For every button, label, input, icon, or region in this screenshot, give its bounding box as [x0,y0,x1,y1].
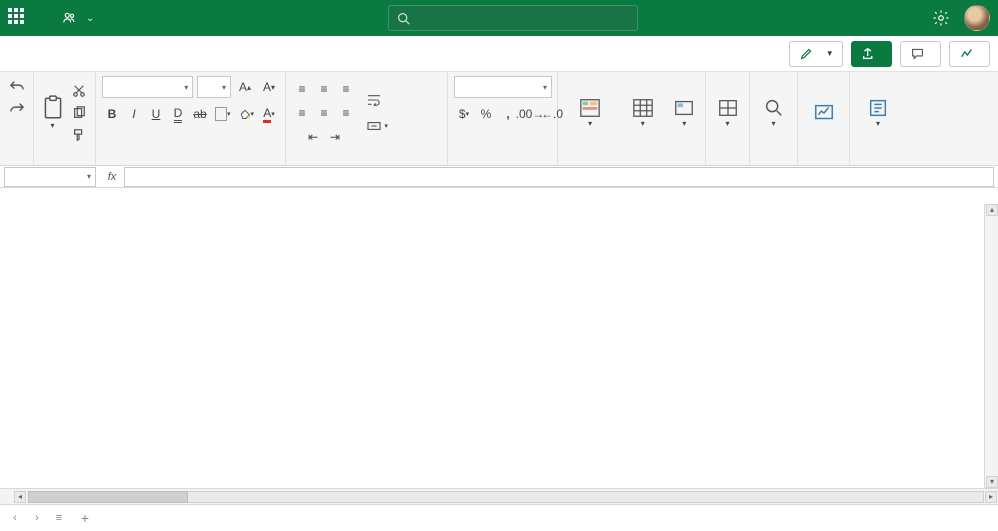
font-color-button[interactable]: A▾ [259,104,279,124]
align-center-button[interactable]: ≡ [314,103,334,123]
group-label-font [102,149,279,163]
scroll-left-icon[interactable]: ◂ [14,491,26,503]
shrink-font-button[interactable]: A▾ [259,77,279,97]
catchup-icon [960,47,973,60]
align-right-button[interactable]: ≡ [336,103,356,123]
align-top-button[interactable]: ≡ [292,79,312,99]
cut-button[interactable] [69,81,89,101]
scroll-up-icon[interactable]: ▴ [986,204,998,216]
cells-button[interactable]: ▾ [712,78,743,148]
inc-decimal-button[interactable]: .00→ [520,104,540,124]
share-icon [862,47,875,60]
strike-button[interactable]: ab [190,104,210,124]
analyze-data-button[interactable] [804,78,843,148]
group-label-alignment [292,149,441,163]
group-label-undo [6,149,27,163]
pencil-icon [800,47,813,60]
align-bottom-button[interactable]: ≡ [336,79,356,99]
wrap-text-button[interactable] [364,90,456,110]
font-size-select[interactable]: ▾ [197,76,231,98]
ribbon: ▾ ▾ ▾ A▴ A▾ B I U D ab ▾ [0,72,998,166]
font-name-select[interactable]: ▾ [102,76,193,98]
scroll-down-icon[interactable]: ▾ [986,476,998,488]
paste-button[interactable]: ▾ [40,78,65,148]
currency-button[interactable]: $▾ [454,104,474,124]
sheet-nav-prev[interactable]: ‹ [6,509,24,527]
fx-icon[interactable]: fx [100,171,124,183]
align-left-button[interactable]: ≡ [292,103,312,123]
cf-icon [579,97,601,119]
scroll-right-icon[interactable]: ▸ [985,491,997,503]
sensitivity-icon [867,97,889,119]
search-input[interactable] [388,5,638,31]
horizontal-scrollbar[interactable]: ◂ ▸ [0,488,998,504]
catchup-button[interactable] [949,41,990,67]
comment-icon [911,47,924,60]
sheet-nav-next[interactable]: › [28,509,46,527]
styles-icon [673,97,695,119]
sheet-tab-bar: ‹ › ≡ + [0,504,998,531]
indent-inc-button[interactable]: ⇥ [325,127,345,147]
group-label-editing [756,149,791,163]
spreadsheet-grid[interactable]: ▴ ▾ [0,188,998,488]
avatar[interactable] [964,5,990,31]
conditional-formatting-button[interactable]: ▾ [564,78,616,148]
editing-group-button[interactable]: ▾ [756,78,791,148]
grow-font-button[interactable]: A▴ [235,77,255,97]
people-icon [62,11,76,25]
percent-button[interactable]: % [476,104,496,124]
align-middle-button[interactable]: ≡ [314,79,334,99]
double-underline-button[interactable]: D [168,104,188,124]
format-painter-button[interactable] [69,125,89,145]
menu-bar: ▾ [0,36,998,72]
comments-button[interactable] [900,41,941,67]
group-label-sensitivity [856,149,900,163]
share-button[interactable] [851,41,892,67]
editing-mode-button[interactable]: ▾ [789,41,843,67]
format-as-table-button[interactable]: ▾ [620,78,665,148]
vertical-scrollbar[interactable]: ▴ ▾ [984,204,998,488]
indent-dec-button[interactable]: ⇤ [303,127,323,147]
search-icon [397,12,410,25]
fill-color-button[interactable]: ▾ [236,104,258,124]
formula-bar: ▾ fx [0,166,998,188]
magnifier-icon [763,97,785,119]
sensitivity-button[interactable]: ▾ [856,78,900,148]
add-sheet-button[interactable]: + [76,510,94,526]
title-chevron-icon[interactable]: ⌄ [86,13,94,24]
table-icon [632,97,654,119]
redo-button[interactable] [5,98,29,118]
name-box[interactable]: ▾ [4,167,96,187]
sheet-list-button[interactable]: ≡ [50,509,68,527]
group-label-clipboard [40,149,89,163]
clipboard-icon [42,95,64,121]
app-launcher-icon[interactable] [8,8,28,28]
formula-input[interactable] [124,167,994,187]
copy-button[interactable] [69,103,89,123]
group-label-number [454,149,551,163]
border-button[interactable]: ▾ [212,104,234,124]
number-format-select[interactable]: ▾ [454,76,552,98]
gear-icon[interactable] [932,9,950,27]
group-label-analysis [804,149,843,163]
scroll-thumb[interactable] [28,491,188,503]
analysis-icon [813,102,835,124]
merge-icon [367,120,381,132]
cells-icon [717,97,739,119]
group-label-tables [564,149,699,163]
cell-styles-button[interactable]: ▾ [669,78,699,148]
bucket-icon [239,107,251,121]
bold-button[interactable]: B [102,104,122,124]
wrap-icon [367,94,381,106]
italic-button[interactable]: I [124,104,144,124]
group-label-cells [712,149,743,163]
title-bar: ⌄ [0,0,998,36]
undo-button[interactable] [5,76,29,96]
underline-button[interactable]: U [146,104,166,124]
